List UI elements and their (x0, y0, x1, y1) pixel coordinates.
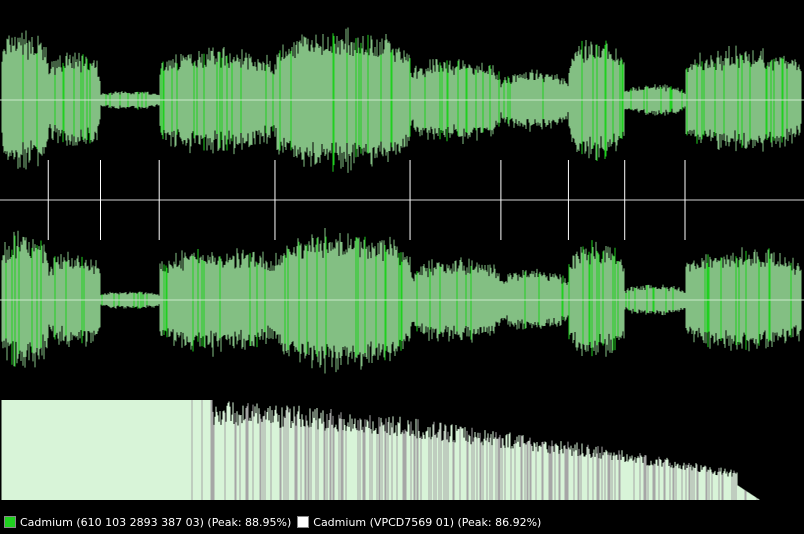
legend-label-2: Cadmium (VPCD7569 01) (Peak: 86.92%) (313, 515, 542, 529)
legend-item-2: Cadmium (VPCD7569 01) (Peak: 86.92%) (297, 516, 541, 529)
legend-swatch-white (297, 516, 310, 528)
legend-label-1: Cadmium (610 103 2893 387 03) (Peak: 88.… (20, 515, 292, 529)
legend-swatch-green (4, 516, 16, 528)
spectrum-panel (1, 400, 760, 500)
legend-item-1: Cadmium (610 103 2893 387 03) (Peak: 88.… (4, 516, 291, 529)
waveform-comparison-view[interactable] (0, 0, 804, 510)
waveform-bottom (0, 228, 804, 374)
legend-bar: Cadmium (610 103 2893 387 03) (Peak: 88.… (0, 510, 804, 534)
waveform-top (0, 27, 804, 173)
